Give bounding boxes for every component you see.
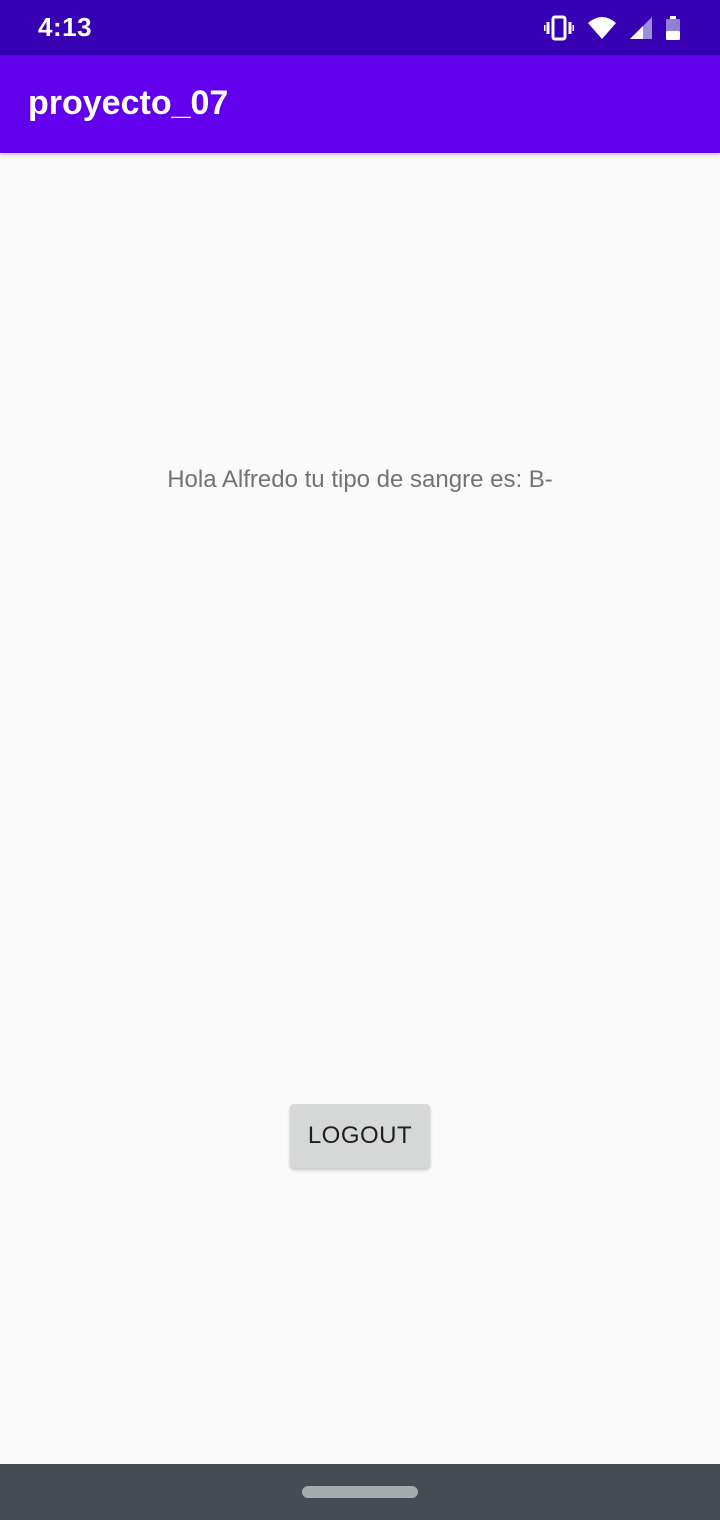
app-title: proyecto_07 xyxy=(28,84,229,122)
greeting-text: Hola Alfredo tu tipo de sangre es: B- xyxy=(167,466,553,493)
wifi-icon xyxy=(588,17,616,39)
signal-icon xyxy=(630,17,652,39)
battery-icon xyxy=(666,16,680,40)
status-bar: 4:13 xyxy=(0,0,720,55)
app-screen: 4:13 proyecto_07 Hola Alfredo tu tipo de… xyxy=(0,0,720,1520)
status-time: 4:13 xyxy=(38,12,93,42)
logout-button[interactable]: LOGOUT xyxy=(290,1104,430,1168)
status-icons xyxy=(544,13,680,43)
vibrate-icon xyxy=(544,15,574,41)
app-bar: proyecto_07 xyxy=(0,55,720,153)
navigation-bar xyxy=(0,1464,720,1520)
home-gesture-handle[interactable] xyxy=(302,1486,418,1498)
